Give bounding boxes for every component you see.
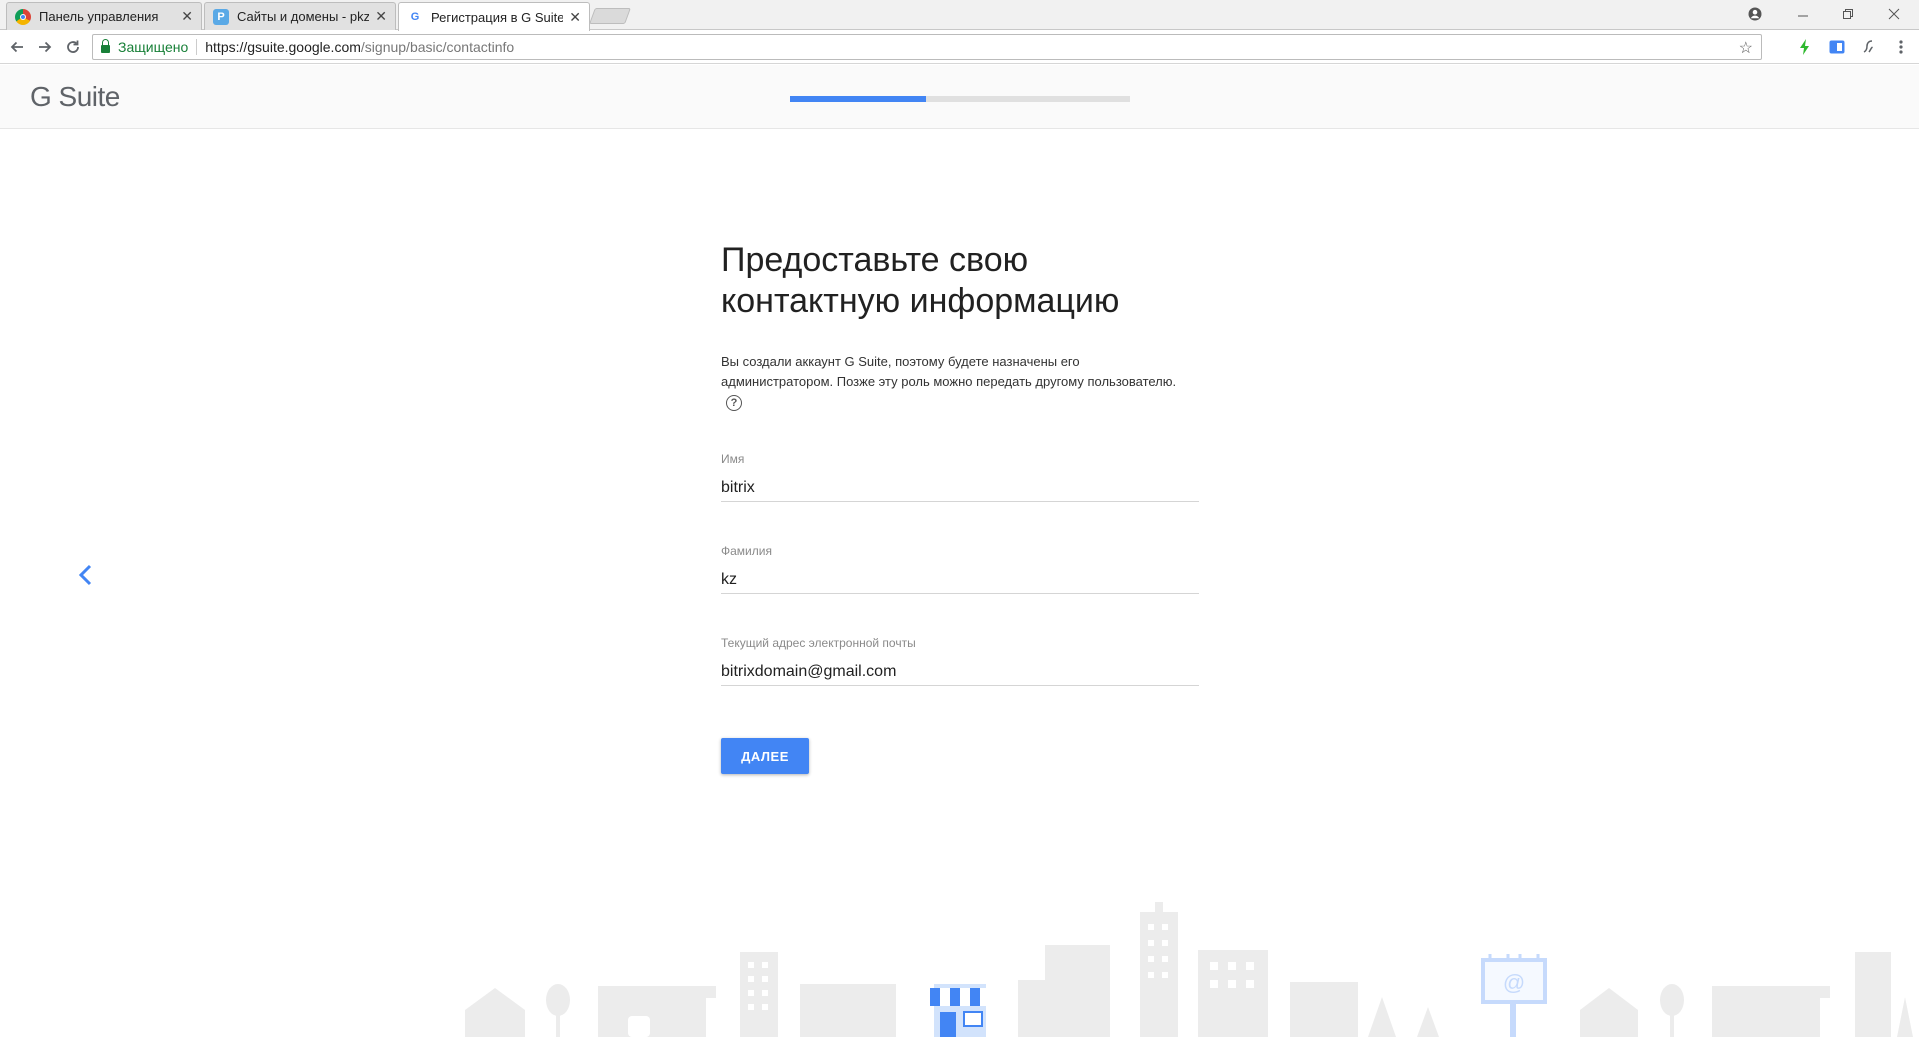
progress-fill <box>790 96 926 102</box>
email-input[interactable] <box>721 658 1199 686</box>
tab-title: Панель управления <box>39 9 159 24</box>
url-host: https://gsuite.google.com <box>205 39 361 55</box>
first-name-input[interactable] <box>721 474 1199 502</box>
menu-dots-icon[interactable] <box>1892 38 1910 56</box>
tab-title: Регистрация в G Suite <box>431 9 564 25</box>
gsuite-logo: G Suite <box>30 81 120 112</box>
tab-control-panel[interactable]: Панель управления ✕ <box>6 2 202 30</box>
profile-icon[interactable] <box>1733 0 1777 28</box>
close-icon[interactable]: ✕ <box>375 8 387 25</box>
description-line-1: Вы создали аккаунт G Suite, поэтому буде… <box>721 354 1080 369</box>
minimize-icon[interactable] <box>1781 0 1825 28</box>
email-label: Текущий адрес электронной почты <box>721 636 916 650</box>
forward-icon[interactable] <box>34 36 56 58</box>
reload-icon[interactable] <box>62 36 84 58</box>
back-arrow-icon[interactable] <box>74 560 96 590</box>
next-button[interactable]: ДАЛЕЕ <box>721 738 809 774</box>
google-g-icon: G <box>410 11 420 23</box>
last-name-label: Фамилия <box>721 544 772 558</box>
new-tab-button[interactable] <box>589 8 631 24</box>
extension-icon[interactable] <box>1860 38 1878 56</box>
close-window-icon[interactable] <box>1872 0 1916 28</box>
description: Вы создали аккаунт G Suite, поэтому буде… <box>721 352 1201 412</box>
bookmark-star-icon[interactable]: ☆ <box>1739 38 1753 58</box>
page-title: Предоставьте свою контактную информацию <box>721 240 1201 322</box>
chrome-icon <box>15 8 31 25</box>
first-name-label: Имя <box>721 452 745 466</box>
divider <box>196 39 198 55</box>
last-name-field: Фамилия <box>721 544 1199 636</box>
back-icon[interactable] <box>6 36 28 58</box>
svg-text:@: @ <box>1503 970 1525 995</box>
skyline-illustration: @ <box>465 902 1913 1037</box>
form-fields: Имя Фамилия Текущий адрес электронной по… <box>721 452 1201 728</box>
last-name-input[interactable] <box>721 566 1199 594</box>
url-path: /signup/basic/contactinfo <box>360 39 515 55</box>
tab-sites-domains[interactable]: P Сайты и домены - pkz25 ✕ <box>204 2 396 30</box>
plesk-icon: P <box>213 8 229 25</box>
translate-extension-icon[interactable] <box>1828 38 1846 56</box>
restore-icon[interactable] <box>1826 0 1870 28</box>
title-line-1: Предоставьте свою <box>721 241 1029 279</box>
lock-icon <box>101 39 110 53</box>
tab-title: Сайты и домены - pkz25 <box>237 9 369 24</box>
first-name-field: Имя <box>721 452 1199 544</box>
close-icon[interactable]: ✕ <box>181 8 193 25</box>
secure-label: Защищено <box>118 39 189 55</box>
address-bar[interactable]: Защищено https://gsuite.google.com /sign… <box>92 34 1762 60</box>
browser-toolbar: Защищено https://gsuite.google.com /sign… <box>0 30 1919 64</box>
title-line-2: контактную информацию <box>721 282 1120 320</box>
tab-bar: Панель управления ✕ P Сайты и домены - p… <box>0 0 1919 31</box>
contact-info-form: Предоставьте свою контактную информацию … <box>721 240 1201 774</box>
page-header: G Suite <box>0 65 1919 129</box>
progress-bar <box>790 96 1130 102</box>
tab-gsuite-signup[interactable]: G Регистрация в G Suite ✕ <box>398 2 590 31</box>
description-line-2: администратором. Позже эту роль можно пе… <box>721 374 1177 389</box>
email-field: Текущий адрес электронной почты <box>721 636 1199 728</box>
lightning-extension-icon[interactable] <box>1796 38 1814 56</box>
close-icon[interactable]: ✕ <box>569 9 581 26</box>
help-icon[interactable]: ? <box>726 395 742 411</box>
